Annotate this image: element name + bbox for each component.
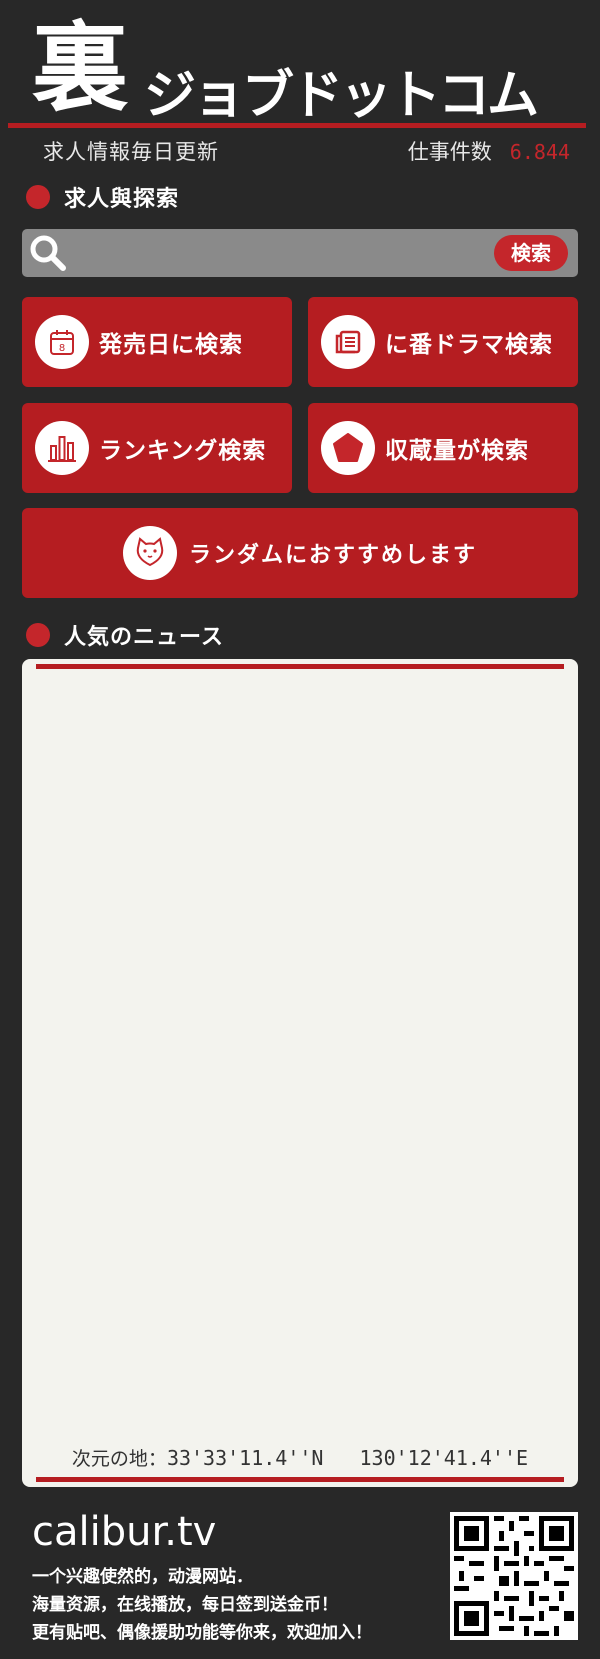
logo-kanji: 裏 — [32, 12, 128, 124]
favorites-search-label: 収蔵量が検索 — [385, 437, 529, 464]
search-bar[interactable]: 検索 — [22, 229, 578, 277]
logo-divider — [8, 123, 586, 128]
pentagon-icon — [321, 421, 375, 475]
tagline: 求人情報毎日更新 — [43, 140, 219, 164]
random-recommend-button[interactable]: ランダムにおすすめします — [22, 508, 578, 598]
drama-search-label: に番ドラマ検索 — [385, 331, 553, 358]
news-section-header: 人気のニュース — [26, 619, 224, 651]
search-button[interactable]: 検索 — [494, 235, 568, 271]
news-bottom-rule — [36, 1477, 564, 1482]
release-date-search-button[interactable]: 8 発売日に検索 — [22, 297, 292, 387]
news-section-title: 人気のニュース — [64, 624, 224, 650]
calendar-icon: 8 — [35, 315, 89, 369]
footer-line-1: 一个兴趣使然的，动漫网站． — [32, 1567, 253, 1587]
drama-search-button[interactable]: に番ドラマ検索 — [308, 297, 578, 387]
job-count-value: 6.844 — [509, 140, 570, 164]
news-panel: 次元の地：33'33'11.4''N 130'12'41.4''E — [22, 659, 578, 1487]
release-date-label: 発売日に検索 — [99, 331, 243, 358]
bullet-dot — [26, 623, 50, 647]
coordinates-label: 次元の地： — [71, 1448, 167, 1470]
bullet-dot — [26, 185, 50, 209]
favorites-search-button[interactable]: 収蔵量が検索 — [308, 403, 578, 493]
ranking-search-button[interactable]: ランキング検索 — [22, 403, 292, 493]
random-recommend-label: ランダムにおすすめします — [188, 542, 477, 568]
ranking-search-label: ランキング検索 — [99, 437, 267, 464]
logo-kana: ジョブドットコム — [144, 66, 539, 126]
cat-icon — [122, 526, 177, 580]
news-top-rule — [36, 664, 564, 669]
search-section-header: 求人與探索 — [26, 181, 179, 213]
bar-chart-icon — [35, 421, 89, 475]
search-section-title: 求人與探索 — [64, 186, 180, 212]
latitude: 33'33'11.4''N — [166, 1446, 324, 1470]
news-icon — [321, 315, 375, 369]
footer-line-2: 海量资源，在线播放，每日签到送金币！ — [32, 1595, 338, 1615]
job-count: 仕事件数 6.844 — [408, 136, 570, 166]
job-count-label: 仕事件数 — [407, 140, 492, 164]
site-name[interactable]: calibur.tv — [32, 1509, 216, 1555]
qr-code-icon — [450, 1512, 578, 1640]
site-logo[interactable]: 裏 ジョブドットコム — [32, 12, 572, 126]
search-icon — [30, 235, 66, 271]
calendar-day: 8 — [59, 343, 65, 354]
longitude: 130'12'41.4''E — [359, 1446, 529, 1470]
coordinates: 次元の地：33'33'11.4''N 130'12'41.4''E — [22, 1444, 578, 1471]
footer-banner: calibur.tv 一个兴趣使然的，动漫网站． 海量资源，在线播放，每日签到送… — [0, 1509, 600, 1659]
footer-line-3: 更有贴吧、偶像援助功能等你来，欢迎加入！ — [32, 1623, 372, 1643]
